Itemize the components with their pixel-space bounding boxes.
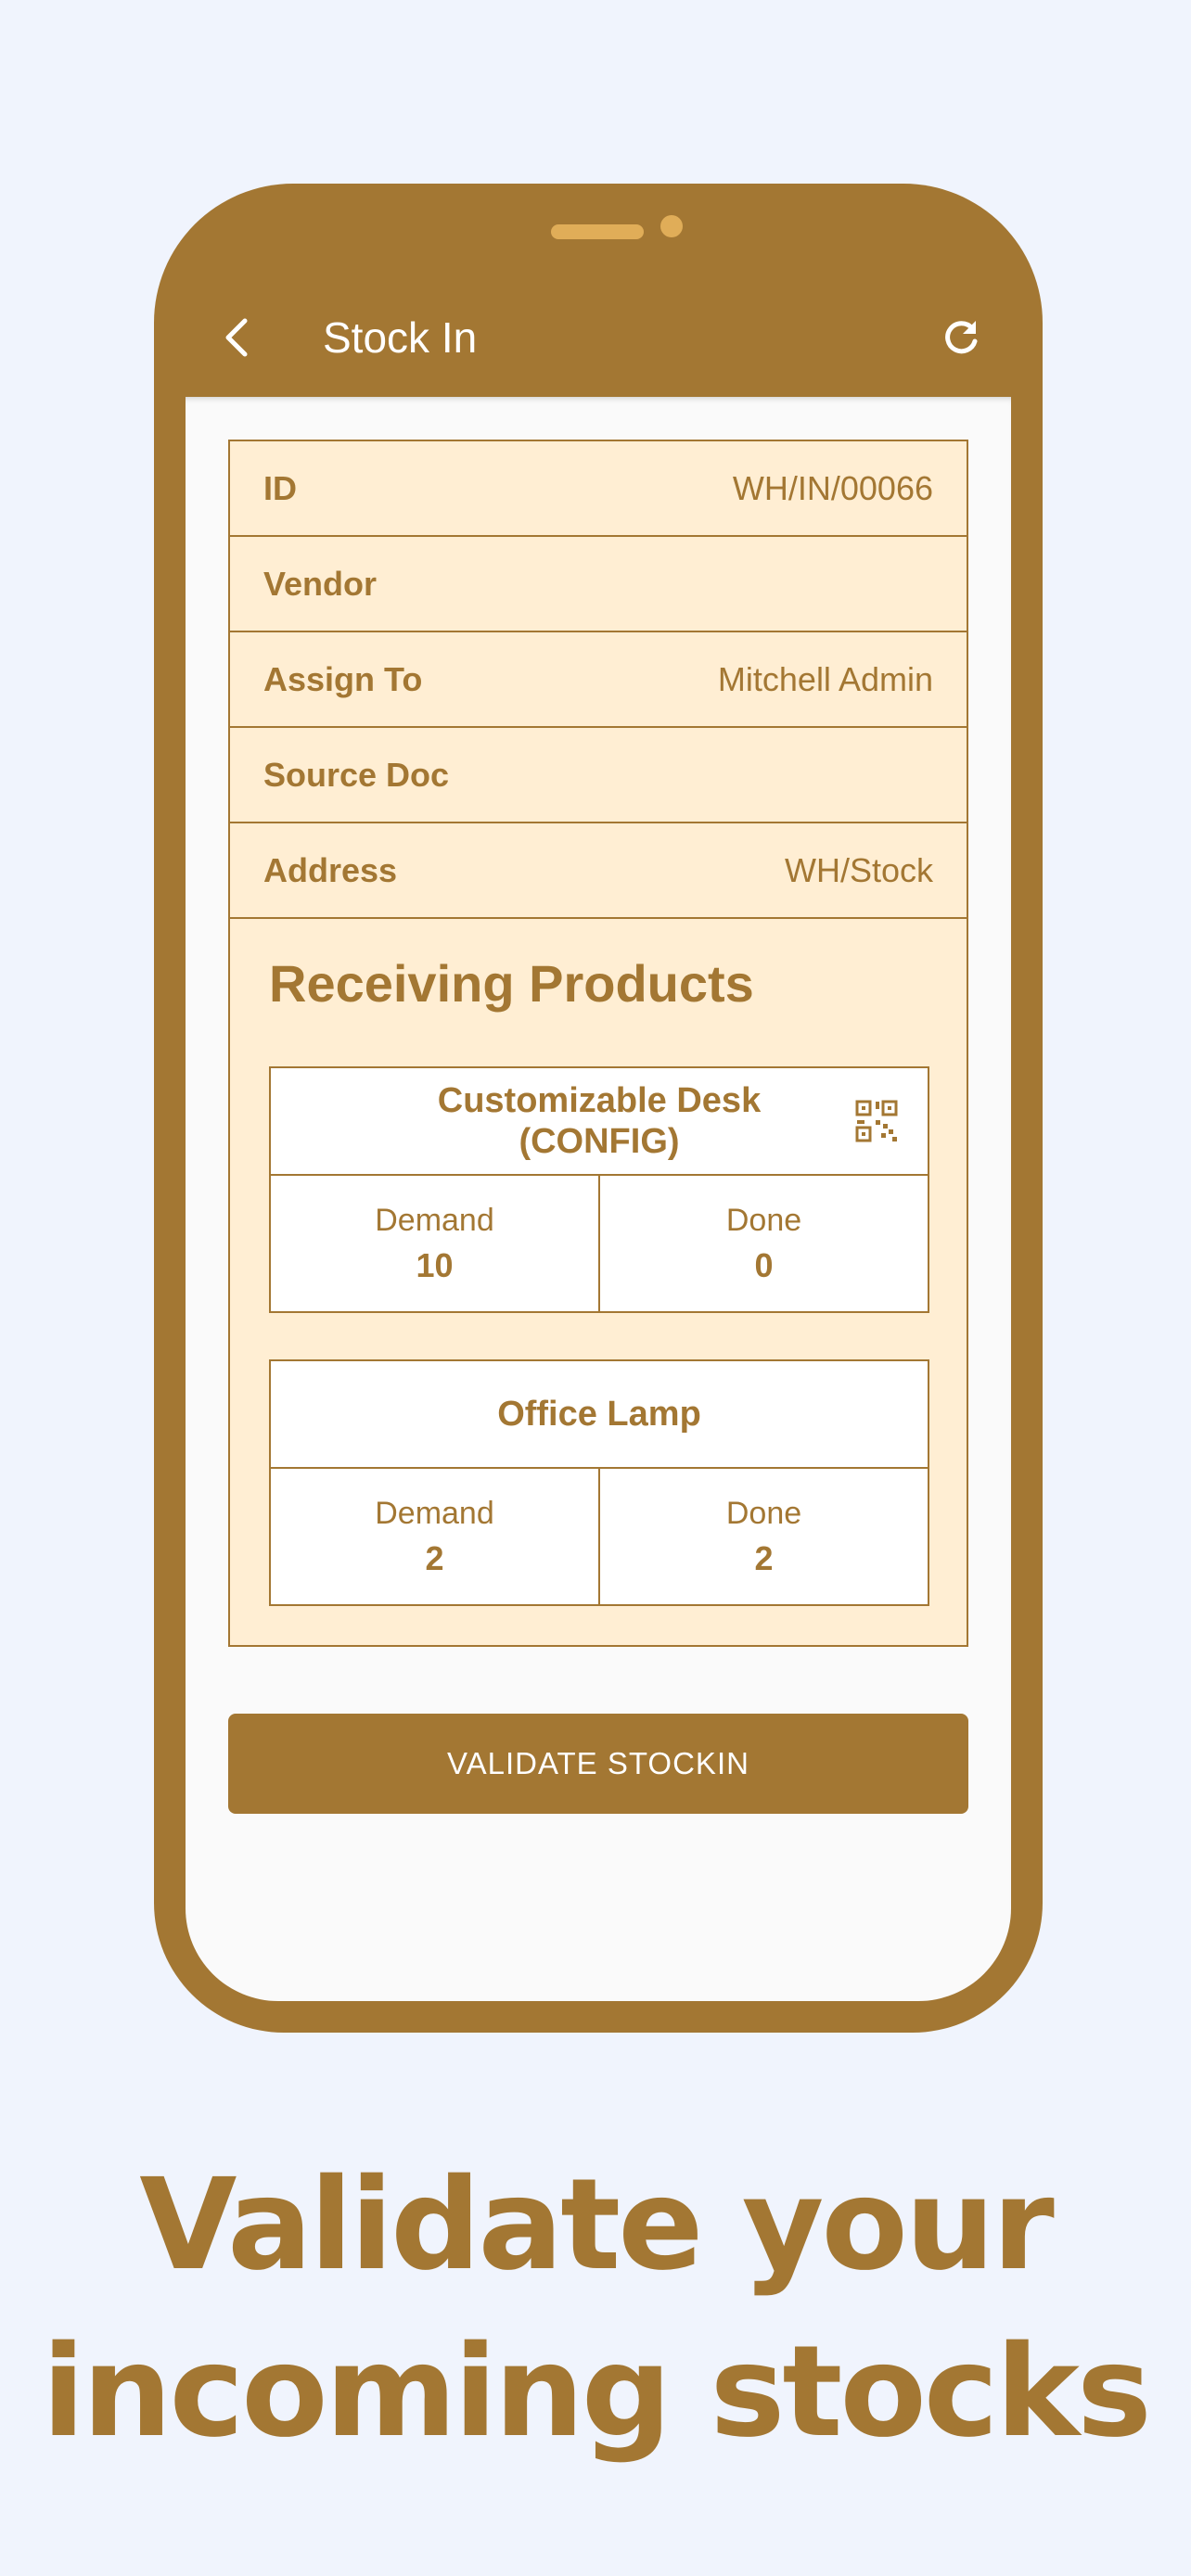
marketing-caption: Validate your incoming stocks: [0, 2142, 1191, 2476]
demand-cell: Demand 10: [271, 1176, 598, 1311]
info-label: Assign To: [263, 659, 423, 698]
done-value: 2: [754, 1538, 774, 1577]
product-header: Office Lamp: [271, 1361, 928, 1469]
caption-line-1: Validate your: [139, 2152, 1055, 2299]
done-cell[interactable]: Done 2: [598, 1469, 928, 1604]
info-value: WH/IN/00066: [732, 468, 933, 507]
phone-frame: Stock In ID WH/IN/00066 Vendor Assign To…: [154, 184, 1043, 2033]
qr-code-icon[interactable]: [853, 1098, 900, 1144]
demand-value: 2: [425, 1538, 444, 1577]
info-value: WH/Stock: [784, 850, 933, 889]
caption-line-2: incoming stocks: [42, 2319, 1152, 2466]
product-header: Customizable Desk (CONFIG): [271, 1068, 928, 1176]
product-stats: Demand 2 Done 2: [271, 1469, 928, 1604]
done-label: Done: [725, 1495, 802, 1531]
product-card[interactable]: Office Lamp Demand 2 Done 2: [269, 1359, 929, 1606]
phone-camera: [660, 215, 683, 237]
section-title: Receiving Products: [269, 954, 754, 1013]
chevron-left-icon[interactable]: [213, 313, 262, 362]
demand-value: 10: [416, 1245, 454, 1284]
product-card[interactable]: Customizable Desk (CONFIG) Demand 10 Don…: [269, 1066, 929, 1313]
product-stats: Demand 10 Done 0: [271, 1176, 928, 1311]
demand-cell: Demand 2: [271, 1469, 598, 1604]
info-row-id: ID WH/IN/00066: [230, 441, 967, 537]
refresh-icon[interactable]: [937, 313, 985, 362]
info-label: Vendor: [263, 564, 378, 603]
page-title: Stock In: [323, 313, 478, 362]
product-name: Office Lamp: [497, 1395, 701, 1434]
info-row-vendor: Vendor: [230, 537, 967, 632]
demand-label: Demand: [375, 1202, 494, 1238]
info-label: Address: [263, 850, 398, 889]
info-row-source-doc: Source Doc: [230, 728, 967, 823]
info-value: Mitchell Admin: [717, 659, 933, 698]
done-cell[interactable]: Done 0: [598, 1176, 928, 1311]
product-name: Customizable Desk (CONFIG): [437, 1081, 762, 1161]
info-row-address: Address WH/Stock: [230, 823, 967, 919]
info-label: ID: [263, 468, 297, 507]
info-row-assign-to: Assign To Mitchell Admin: [230, 632, 967, 728]
validate-stockin-button[interactable]: VALIDATE STOCKIN: [228, 1714, 968, 1814]
info-label: Source Doc: [263, 755, 450, 794]
phone-speaker: [551, 224, 644, 239]
app-bar: Stock In: [186, 280, 1011, 395]
app-screen: ID WH/IN/00066 Vendor Assign To Mitchell…: [186, 397, 1011, 2001]
done-value: 0: [754, 1245, 774, 1284]
done-label: Done: [725, 1202, 802, 1238]
demand-label: Demand: [375, 1495, 494, 1531]
stock-in-card: ID WH/IN/00066 Vendor Assign To Mitchell…: [228, 440, 968, 1647]
